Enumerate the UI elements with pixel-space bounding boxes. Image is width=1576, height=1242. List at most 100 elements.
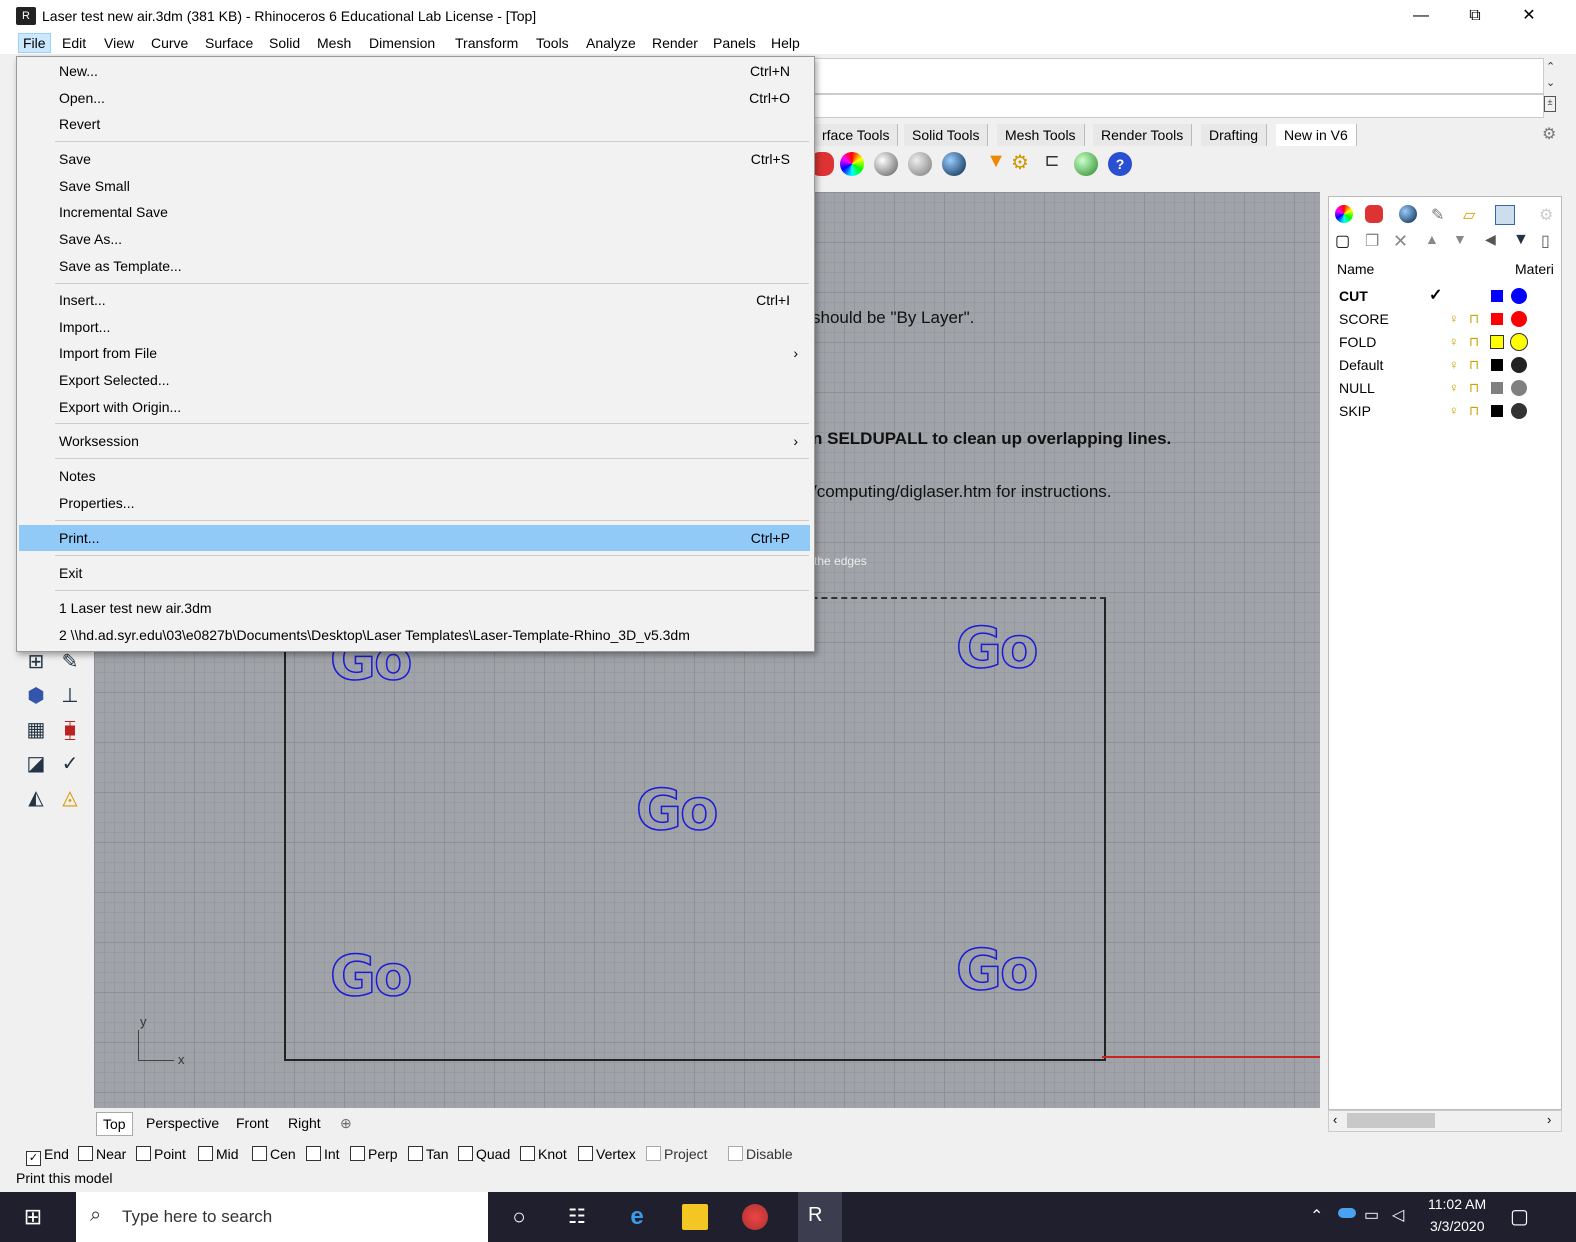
checkbox-icon[interactable] <box>408 1146 423 1161</box>
lightbulb-icon[interactable]: ♀ <box>1449 331 1459 353</box>
menu-item-save[interactable]: Save Ctrl+S <box>19 146 810 172</box>
layer-color-swatch[interactable] <box>1491 359 1503 371</box>
osnap-mid[interactable]: Mid <box>198 1144 239 1164</box>
properties-tab-icon[interactable] <box>1335 205 1353 223</box>
file-explorer-icon[interactable] <box>682 1204 708 1230</box>
checkbox-icon[interactable] <box>136 1146 151 1161</box>
layer-color-swatch[interactable] <box>1491 405 1503 417</box>
menu-item-notes[interactable]: Notes <box>19 463 810 489</box>
menu-curve[interactable]: Curve <box>147 34 192 52</box>
minimize-button[interactable]: — <box>1398 0 1444 32</box>
scroll-right-icon[interactable]: › <box>1547 1112 1551 1127</box>
checkbox-icon[interactable] <box>578 1146 593 1161</box>
scrollbar-thumb[interactable] <box>1347 1113 1435 1128</box>
menu-edit[interactable]: Edit <box>58 34 90 52</box>
go-text-curve[interactable]: Go <box>955 937 1039 1004</box>
osnap-tan[interactable]: Tan <box>408 1144 449 1164</box>
osnap-point[interactable]: Point <box>136 1144 186 1164</box>
osnap-end[interactable]: ✓ End <box>26 1144 69 1166</box>
block-icon[interactable]: ⧯ <box>56 716 84 744</box>
array-icon[interactable]: ▦ <box>22 716 50 744</box>
unlock-icon[interactable]: ⊓ <box>1469 308 1479 330</box>
shape-icon[interactable]: ◭ <box>22 784 50 812</box>
scroll-up-icon[interactable]: ⌃ <box>1546 60 1555 73</box>
checkbox-icon[interactable] <box>728 1146 743 1161</box>
tray-expand-icon[interactable]: ⌃ <box>1310 1206 1323 1226</box>
lightbulb-icon[interactable]: ♀ <box>1449 377 1459 399</box>
menu-dimension[interactable]: Dimension <box>365 34 439 52</box>
material-sphere-icon[interactable] <box>1511 357 1527 373</box>
move-up-icon[interactable]: ▲ <box>1425 231 1443 249</box>
globe-icon[interactable] <box>1074 152 1098 176</box>
go-text-curve[interactable]: Go <box>635 777 719 844</box>
layer-row-score[interactable]: SCORE ♀ ⊓ <box>1339 308 1559 330</box>
network-icon[interactable]: ▭ <box>1364 1205 1379 1225</box>
restore-button[interactable]: ⧉ <box>1452 0 1498 32</box>
group-icon[interactable]: ⊞ <box>22 648 50 676</box>
add-viewport-icon[interactable]: ⊕ <box>334 1112 358 1134</box>
gear-icon[interactable]: ⚙ <box>1539 205 1557 224</box>
materials-tab-icon[interactable]: ✎ <box>1431 205 1449 224</box>
new-sublayer-icon[interactable]: ❐ <box>1365 231 1383 250</box>
scroll-left-icon[interactable]: ‹ <box>1333 1112 1337 1127</box>
help-icon[interactable]: ? <box>1108 152 1132 176</box>
taskbar-search-box[interactable]: ⌕ Type here to search <box>76 1192 488 1242</box>
osnap-vertex[interactable]: Vertex <box>578 1144 636 1164</box>
menu-item-exit[interactable]: Exit <box>19 560 810 586</box>
box-icon[interactable]: ⬢ <box>22 682 50 710</box>
layer-options-icon[interactable]: ▯ <box>1541 231 1559 250</box>
layer-color-swatch[interactable] <box>1490 335 1504 349</box>
osnap-perp[interactable]: Perp <box>350 1144 398 1164</box>
cortana-icon[interactable]: ○ <box>506 1204 532 1230</box>
lightbulb-icon[interactable]: ♀ <box>1449 400 1459 422</box>
delete-layer-icon[interactable]: ✕ <box>1393 231 1411 251</box>
edge-browser-icon[interactable]: e <box>624 1204 650 1230</box>
windows-start-icon[interactable]: ⊞ <box>20 1204 46 1230</box>
render-tab-icon[interactable] <box>1399 205 1417 223</box>
paint-icon[interactable]: ◬ <box>56 784 84 812</box>
go-text-curve[interactable]: Go <box>329 943 413 1010</box>
new-layer-icon[interactable]: ▢ <box>1335 231 1353 250</box>
osnap-quad[interactable]: Quad <box>458 1144 510 1164</box>
osnap-cen[interactable]: Cen <box>252 1144 296 1164</box>
unlock-icon[interactable]: ⊓ <box>1469 331 1479 353</box>
layer-row-null[interactable]: NULL ♀ ⊓ <box>1339 377 1559 399</box>
osnap-knot[interactable]: Knot <box>520 1144 567 1164</box>
lightbulb-icon[interactable]: ♀ <box>1449 354 1459 376</box>
material-sphere-icon[interactable] <box>1511 403 1527 419</box>
menu-item-recent-file-2[interactable]: 2 \\hd.ad.syr.edu\03\e0827b\Documents\De… <box>19 622 810 648</box>
layer-row-default[interactable]: Default ♀ ⊓ <box>1339 354 1559 376</box>
menu-item-revert[interactable]: Revert <box>19 111 810 137</box>
command-prompt[interactable] <box>814 94 1544 118</box>
light-icon[interactable]: ▼ <box>984 150 1008 174</box>
menu-mesh[interactable]: Mesh <box>313 34 355 52</box>
checkbox-icon[interactable] <box>198 1146 213 1161</box>
menu-render[interactable]: Render <box>648 34 702 52</box>
menu-item-new[interactable]: New... Ctrl+N <box>19 58 810 84</box>
checkbox-icon[interactable] <box>458 1146 473 1161</box>
menu-item-import[interactable]: Import... <box>19 314 810 340</box>
tab-drafting[interactable]: Drafting <box>1201 124 1268 146</box>
unlock-icon[interactable]: ⊓ <box>1469 400 1479 422</box>
osnap-project[interactable]: Project <box>646 1144 708 1164</box>
checkbox-icon[interactable] <box>646 1146 661 1161</box>
menu-item-save-as[interactable]: Save As... <box>19 226 810 252</box>
menu-file[interactable]: File <box>18 33 51 53</box>
menu-item-worksession[interactable]: Worksession › <box>19 428 810 454</box>
move-down-icon[interactable]: ▼ <box>1453 231 1471 249</box>
layers-horizontal-scrollbar[interactable]: ‹ › <box>1328 1110 1562 1132</box>
layer-color-swatch[interactable] <box>1491 382 1503 394</box>
material-sphere-icon[interactable] <box>1510 333 1528 351</box>
dimension-icon[interactable]: ⊥ <box>56 682 84 710</box>
checkbox-icon[interactable] <box>350 1146 365 1161</box>
checkbox-icon[interactable] <box>520 1146 535 1161</box>
tab-solid-tools[interactable]: Solid Tools <box>904 124 989 146</box>
osnap-int[interactable]: Int <box>306 1144 340 1164</box>
menu-transform[interactable]: Transform <box>451 34 522 52</box>
osnap-disable[interactable]: Disable <box>728 1144 793 1164</box>
command-history[interactable] <box>814 58 1544 94</box>
checkbox-icon[interactable] <box>78 1146 93 1161</box>
layers-tab-icon[interactable] <box>1365 205 1383 223</box>
menu-item-properties[interactable]: Properties... <box>19 490 810 516</box>
menu-item-open[interactable]: Open... Ctrl+O <box>19 85 810 111</box>
